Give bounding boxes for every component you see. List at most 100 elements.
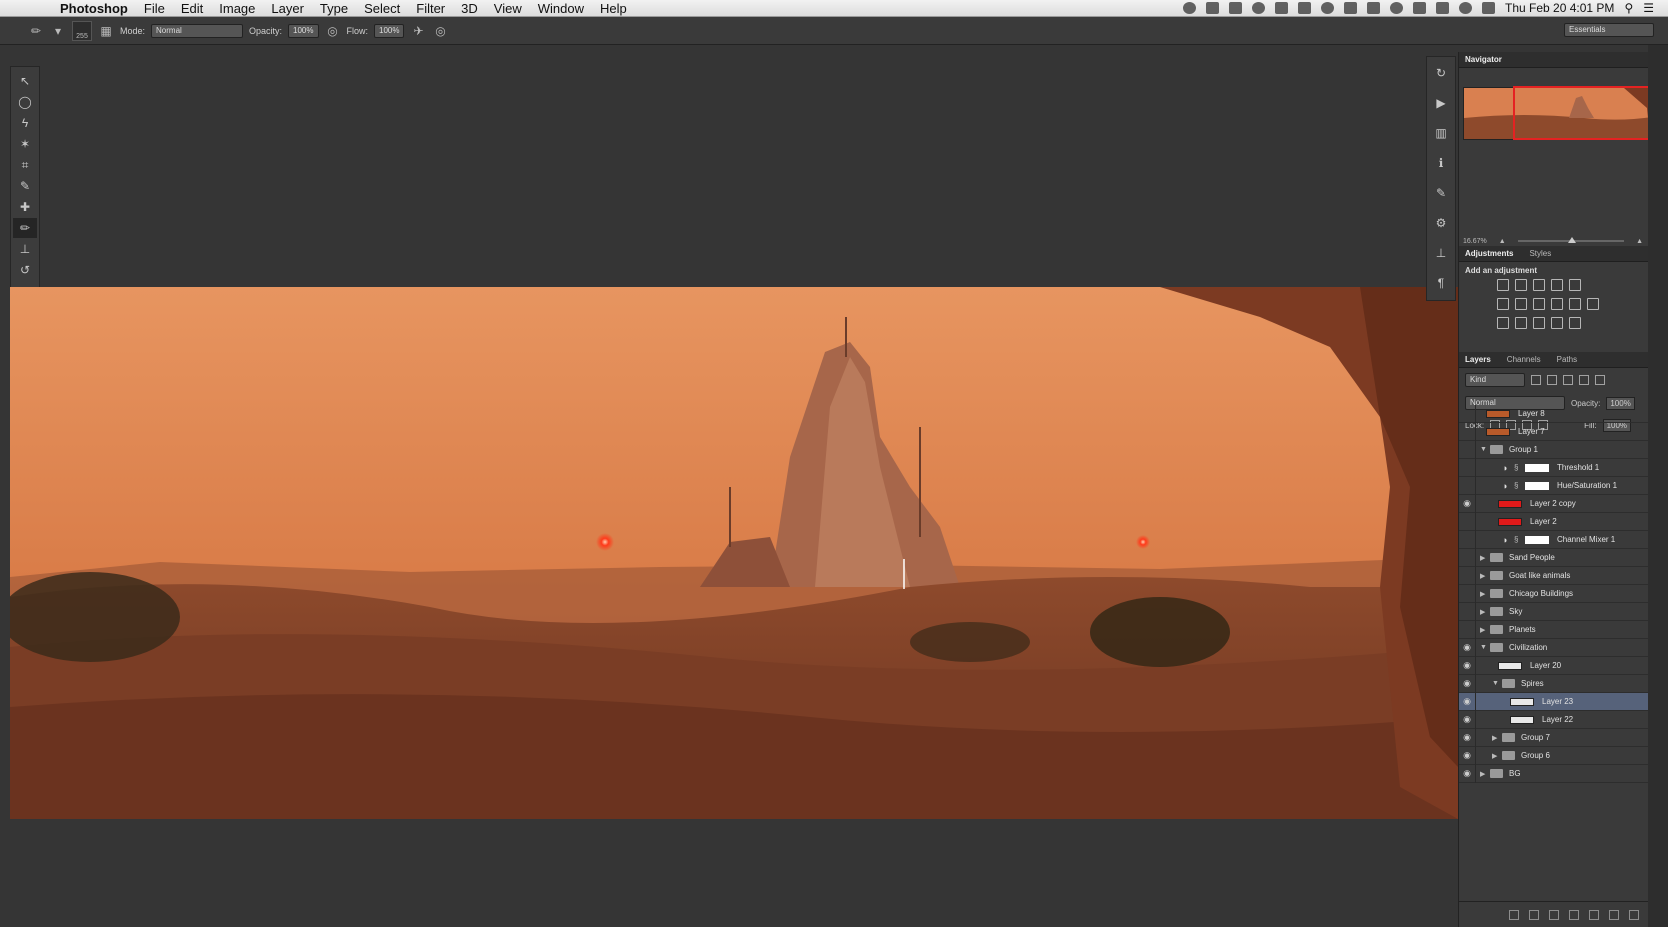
photo-filter-icon[interactable] xyxy=(1551,298,1563,310)
chevron-right-icon[interactable]: ▶ xyxy=(1492,752,1502,760)
lasso-tool[interactable]: ϟ xyxy=(13,113,37,133)
navigator-view-box[interactable] xyxy=(1513,86,1656,140)
visibility-eye-icon[interactable]: ◉ xyxy=(1459,444,1475,455)
chevron-right-icon[interactable]: ▶ xyxy=(1480,608,1490,616)
layer-row[interactable]: ◉ ▶ Group 7 xyxy=(1459,728,1649,747)
pressure-size-icon[interactable]: ◎ xyxy=(432,23,448,39)
link-layers-icon[interactable] xyxy=(1509,909,1519,920)
layer-row[interactable]: ◉ ▶ Group 6 xyxy=(1459,746,1649,765)
zoom-out-icon[interactable]: ▲ xyxy=(1499,238,1506,245)
color-lookup-icon[interactable] xyxy=(1587,298,1599,310)
mask-link-icon[interactable]: § xyxy=(1514,481,1522,490)
chevron-right-icon[interactable]: ▶ xyxy=(1480,554,1490,562)
layer-row[interactable]: ◉ Layer 7 xyxy=(1459,422,1649,441)
layer-row[interactable]: ◉ Layer 22 xyxy=(1459,710,1649,729)
new-adjustment-icon[interactable] xyxy=(1569,909,1579,920)
menu-help[interactable]: Help xyxy=(592,0,635,17)
cloud-icon[interactable] xyxy=(1206,2,1220,14)
tab-navigator[interactable]: Navigator xyxy=(1463,55,1504,64)
chevron-right-icon[interactable]: ▶ xyxy=(1492,734,1502,742)
visibility-eye-icon[interactable]: ◉ xyxy=(1459,732,1475,743)
layer-row[interactable]: ◉ ▶ Planets xyxy=(1459,620,1649,639)
black-white-icon[interactable] xyxy=(1533,298,1545,310)
airbrush-icon[interactable]: ✈ xyxy=(410,23,426,39)
menu-filter[interactable]: Filter xyxy=(408,0,453,17)
tool-presets-icon[interactable]: ⚙ xyxy=(1431,213,1451,233)
brush-size-preview[interactable]: 255 xyxy=(72,20,92,41)
zoom-slider[interactable] xyxy=(1517,237,1625,243)
layer-row[interactable]: ◉ ▶ Sand People xyxy=(1459,548,1649,567)
add-mask-icon[interactable] xyxy=(1549,909,1559,920)
visibility-eye-icon[interactable]: ◉ xyxy=(1459,570,1475,581)
layer-mask-thumbnail[interactable] xyxy=(1525,481,1549,490)
dropbox-icon[interactable] xyxy=(1275,2,1289,14)
threshold-icon[interactable] xyxy=(1533,317,1545,329)
visibility-eye-icon[interactable]: ◉ xyxy=(1459,552,1475,563)
layer-row[interactable]: ◉ ▼ Group 1 xyxy=(1459,440,1649,459)
bluetooth-icon[interactable] xyxy=(1390,2,1404,14)
chevron-down-icon[interactable]: ▼ xyxy=(1480,446,1490,453)
exposure-icon[interactable] xyxy=(1551,279,1563,291)
visibility-eye-icon[interactable]: ◉ xyxy=(1459,534,1475,545)
brush-presets-icon[interactable]: ✎ xyxy=(1431,183,1451,203)
visibility-eye-icon[interactable]: ◉ xyxy=(1459,498,1475,509)
notification-center-icon[interactable]: ☰ xyxy=(1643,1,1654,15)
visibility-eye-icon[interactable]: ◉ xyxy=(1459,588,1475,599)
document-canvas[interactable] xyxy=(10,287,1458,819)
ellipse-marquee-tool[interactable]: ◯ xyxy=(13,92,37,112)
chevron-down-icon[interactable]: ▾ xyxy=(50,23,66,39)
filter-shape-icon[interactable] xyxy=(1579,375,1589,385)
menu-window[interactable]: Window xyxy=(530,0,592,17)
layer-thumbnail[interactable] xyxy=(1486,427,1510,436)
selective-color-icon[interactable] xyxy=(1551,317,1563,329)
visibility-eye-icon[interactable]: ◉ xyxy=(1459,624,1475,635)
filter-pixel-icon[interactable] xyxy=(1531,375,1541,385)
filter-type-icon[interactable] xyxy=(1563,375,1573,385)
layer-thumbnail[interactable] xyxy=(1498,499,1522,508)
eject-icon[interactable] xyxy=(1344,2,1358,14)
visibility-eye-icon[interactable]: ◉ xyxy=(1459,714,1475,725)
drive-icon[interactable] xyxy=(1229,2,1243,14)
evernote-icon[interactable] xyxy=(1252,2,1266,14)
clone-stamp-tool[interactable]: ⊥ xyxy=(13,239,37,259)
layer-row[interactable]: ◉ ▶ Goat like animals xyxy=(1459,566,1649,585)
chevron-right-icon[interactable]: ▶ xyxy=(1480,626,1490,634)
mask-link-icon[interactable]: § xyxy=(1514,535,1522,544)
menu-3d[interactable]: 3D xyxy=(453,0,486,17)
new-group-icon[interactable] xyxy=(1589,909,1599,920)
filter-smart-object-icon[interactable] xyxy=(1595,375,1605,385)
layer-row[interactable]: ◉ ▼ Spires xyxy=(1459,674,1649,693)
magic-wand-tool[interactable]: ✶ xyxy=(13,134,37,154)
layer-mask-thumbnail[interactable] xyxy=(1525,463,1549,472)
history-icon[interactable]: ↻ xyxy=(1431,63,1451,83)
menu-edit[interactable]: Edit xyxy=(173,0,211,17)
chevron-down-icon[interactable]: ▼ xyxy=(1492,680,1502,687)
layer-row[interactable]: ◉ ▶ BG xyxy=(1459,764,1649,783)
spotlight-icon[interactable]: ⚲ xyxy=(1624,1,1633,15)
layer-row[interactable]: ◉ ◑ § Channel Mixer 1 xyxy=(1459,530,1649,549)
visibility-eye-icon[interactable]: ◉ xyxy=(1459,768,1475,779)
layer-thumbnail[interactable] xyxy=(1498,517,1522,526)
layer-row[interactable]: ◉ Layer 2 xyxy=(1459,512,1649,531)
layer-row[interactable]: ◉ ◑ § Threshold 1 xyxy=(1459,458,1649,477)
battery-icon[interactable] xyxy=(1298,2,1312,14)
visibility-eye-icon[interactable]: ◉ xyxy=(1459,750,1475,761)
paragraph-icon[interactable]: ¶ xyxy=(1431,273,1451,293)
layer-style-icon[interactable] xyxy=(1529,909,1539,920)
histogram-icon[interactable]: ▥ xyxy=(1431,123,1451,143)
eyedropper-tool[interactable]: ✎ xyxy=(13,176,37,196)
workspace-select[interactable]: Essentials xyxy=(1564,23,1654,37)
info-icon[interactable]: ℹ xyxy=(1431,153,1451,173)
hue-saturation-icon[interactable] xyxy=(1497,298,1509,310)
wifi-icon[interactable] xyxy=(1413,2,1427,14)
levels-icon[interactable] xyxy=(1515,279,1527,291)
channel-mixer-icon[interactable] xyxy=(1569,298,1581,310)
move-tool[interactable]: ↖ xyxy=(13,71,37,91)
pressure-opacity-icon[interactable]: ◎ xyxy=(325,23,341,39)
visibility-eye-icon[interactable]: ◉ xyxy=(1459,642,1475,653)
healing-brush-tool[interactable]: ✚ xyxy=(13,197,37,217)
visibility-eye-icon[interactable]: ◉ xyxy=(1459,462,1475,473)
chevron-down-icon[interactable]: ▼ xyxy=(1480,644,1490,651)
opacity-field[interactable]: 100% xyxy=(288,23,319,38)
tab-channels[interactable]: Channels xyxy=(1505,355,1543,364)
